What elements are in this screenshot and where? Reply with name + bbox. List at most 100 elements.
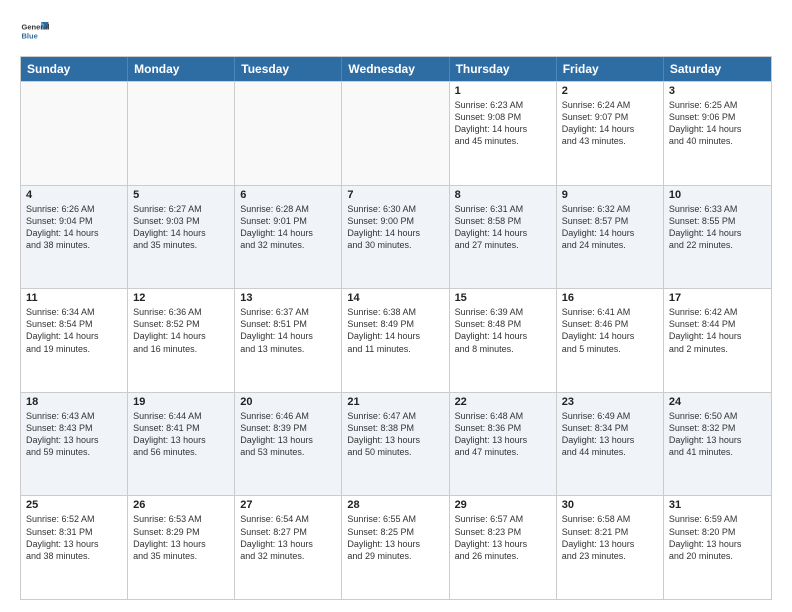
svg-text:General: General bbox=[22, 23, 50, 32]
calendar-cell: 19 Sunrise: 6:44 AM Sunset: 8:41 PM Dayli… bbox=[128, 393, 235, 496]
calendar-cell: 7 Sunrise: 6:30 AM Sunset: 9:00 PM Daylig… bbox=[342, 186, 449, 289]
cell-info: Sunrise: 6:38 AM Sunset: 8:49 PM Dayligh… bbox=[347, 306, 443, 355]
calendar-cell: 31 Sunrise: 6:59 AM Sunset: 8:20 PM Dayli… bbox=[664, 496, 771, 599]
calendar-cell: 14 Sunrise: 6:38 AM Sunset: 8:49 PM Dayli… bbox=[342, 289, 449, 392]
cell-info: Sunrise: 6:57 AM Sunset: 8:23 PM Dayligh… bbox=[455, 513, 551, 562]
day-number: 19 bbox=[133, 396, 229, 408]
cell-info: Sunrise: 6:28 AM Sunset: 9:01 PM Dayligh… bbox=[240, 203, 336, 252]
calendar-cell: 29 Sunrise: 6:57 AM Sunset: 8:23 PM Dayli… bbox=[450, 496, 557, 599]
cell-info: Sunrise: 6:48 AM Sunset: 8:36 PM Dayligh… bbox=[455, 410, 551, 459]
calendar-cell: 16 Sunrise: 6:41 AM Sunset: 8:46 PM Dayli… bbox=[557, 289, 664, 392]
day-number: 26 bbox=[133, 499, 229, 511]
calendar-cell: 20 Sunrise: 6:46 AM Sunset: 8:39 PM Dayli… bbox=[235, 393, 342, 496]
calendar: SundayMondayTuesdayWednesdayThursdayFrid… bbox=[20, 56, 772, 600]
header-day: Thursday bbox=[450, 57, 557, 81]
day-number: 3 bbox=[669, 85, 766, 97]
cell-info: Sunrise: 6:27 AM Sunset: 9:03 PM Dayligh… bbox=[133, 203, 229, 252]
header-day: Monday bbox=[128, 57, 235, 81]
cell-info: Sunrise: 6:26 AM Sunset: 9:04 PM Dayligh… bbox=[26, 203, 122, 252]
day-number: 25 bbox=[26, 499, 122, 511]
calendar-cell: 11 Sunrise: 6:34 AM Sunset: 8:54 PM Dayli… bbox=[21, 289, 128, 392]
header-day: Sunday bbox=[21, 57, 128, 81]
header-day: Friday bbox=[557, 57, 664, 81]
cell-info: Sunrise: 6:25 AM Sunset: 9:06 PM Dayligh… bbox=[669, 99, 766, 148]
day-number: 14 bbox=[347, 292, 443, 304]
cell-info: Sunrise: 6:34 AM Sunset: 8:54 PM Dayligh… bbox=[26, 306, 122, 355]
cell-info: Sunrise: 6:39 AM Sunset: 8:48 PM Dayligh… bbox=[455, 306, 551, 355]
cell-info: Sunrise: 6:30 AM Sunset: 9:00 PM Dayligh… bbox=[347, 203, 443, 252]
calendar-cell bbox=[128, 82, 235, 185]
cell-info: Sunrise: 6:41 AM Sunset: 8:46 PM Dayligh… bbox=[562, 306, 658, 355]
day-number: 24 bbox=[669, 396, 766, 408]
calendar-row: 25 Sunrise: 6:52 AM Sunset: 8:31 PM Dayli… bbox=[21, 495, 771, 599]
calendar-cell bbox=[21, 82, 128, 185]
calendar-cell bbox=[235, 82, 342, 185]
cell-info: Sunrise: 6:49 AM Sunset: 8:34 PM Dayligh… bbox=[562, 410, 658, 459]
calendar-cell: 24 Sunrise: 6:50 AM Sunset: 8:32 PM Dayli… bbox=[664, 393, 771, 496]
day-number: 2 bbox=[562, 85, 658, 97]
logo: General Blue bbox=[20, 16, 50, 46]
cell-info: Sunrise: 6:58 AM Sunset: 8:21 PM Dayligh… bbox=[562, 513, 658, 562]
calendar-row: 1 Sunrise: 6:23 AM Sunset: 9:08 PM Daylig… bbox=[21, 81, 771, 185]
day-number: 30 bbox=[562, 499, 658, 511]
day-number: 31 bbox=[669, 499, 766, 511]
svg-text:Blue: Blue bbox=[22, 32, 38, 41]
day-number: 16 bbox=[562, 292, 658, 304]
calendar-cell: 13Sunrise: 6:37 AM Sunset: 8:51 PM Dayli… bbox=[235, 289, 342, 392]
calendar-cell: 3 Sunrise: 6:25 AM Sunset: 9:06 PM Daylig… bbox=[664, 82, 771, 185]
calendar-cell: 25 Sunrise: 6:52 AM Sunset: 8:31 PM Dayli… bbox=[21, 496, 128, 599]
calendar-cell: 28 Sunrise: 6:55 AM Sunset: 8:25 PM Dayli… bbox=[342, 496, 449, 599]
calendar-cell: 23 Sunrise: 6:49 AM Sunset: 8:34 PM Dayli… bbox=[557, 393, 664, 496]
calendar-body: 1 Sunrise: 6:23 AM Sunset: 9:08 PM Daylig… bbox=[21, 81, 771, 599]
day-number: 1 bbox=[455, 85, 551, 97]
header-day: Wednesday bbox=[342, 57, 449, 81]
day-number: 29 bbox=[455, 499, 551, 511]
calendar-cell: 12Sunrise: 6:36 AM Sunset: 8:52 PM Dayli… bbox=[128, 289, 235, 392]
cell-info: Sunrise: 6:52 AM Sunset: 8:31 PM Dayligh… bbox=[26, 513, 122, 562]
day-number: 12 bbox=[133, 292, 229, 304]
cell-info: Sunrise: 6:33 AM Sunset: 8:55 PM Dayligh… bbox=[669, 203, 766, 252]
calendar-cell: 22 Sunrise: 6:48 AM Sunset: 8:36 PM Dayli… bbox=[450, 393, 557, 496]
day-number: 13 bbox=[240, 292, 336, 304]
day-number: 15 bbox=[455, 292, 551, 304]
day-number: 20 bbox=[240, 396, 336, 408]
cell-info: Sunrise: 6:46 AM Sunset: 8:39 PM Dayligh… bbox=[240, 410, 336, 459]
day-number: 9 bbox=[562, 189, 658, 201]
cell-info: Sunrise: 6:44 AM Sunset: 8:41 PM Dayligh… bbox=[133, 410, 229, 459]
day-number: 8 bbox=[455, 189, 551, 201]
cell-info: Sunrise: 6:55 AM Sunset: 8:25 PM Dayligh… bbox=[347, 513, 443, 562]
day-number: 22 bbox=[455, 396, 551, 408]
logo-icon: General Blue bbox=[20, 16, 50, 46]
cell-info: Sunrise: 6:23 AM Sunset: 9:08 PM Dayligh… bbox=[455, 99, 551, 148]
calendar-cell: 4Sunrise: 6:26 AM Sunset: 9:04 PM Daylig… bbox=[21, 186, 128, 289]
day-number: 18 bbox=[26, 396, 122, 408]
day-number: 10 bbox=[669, 189, 766, 201]
calendar-cell: 18 Sunrise: 6:43 AM Sunset: 8:43 PM Dayli… bbox=[21, 393, 128, 496]
calendar-row: 18 Sunrise: 6:43 AM Sunset: 8:43 PM Dayli… bbox=[21, 392, 771, 496]
header-day: Tuesday bbox=[235, 57, 342, 81]
day-number: 5 bbox=[133, 189, 229, 201]
calendar-cell: 27Sunrise: 6:54 AM Sunset: 8:27 PM Dayli… bbox=[235, 496, 342, 599]
cell-info: Sunrise: 6:50 AM Sunset: 8:32 PM Dayligh… bbox=[669, 410, 766, 459]
calendar-cell: 15 Sunrise: 6:39 AM Sunset: 8:48 PM Dayli… bbox=[450, 289, 557, 392]
cell-info: Sunrise: 6:31 AM Sunset: 8:58 PM Dayligh… bbox=[455, 203, 551, 252]
day-number: 11 bbox=[26, 292, 122, 304]
calendar-cell: 21 Sunrise: 6:47 AM Sunset: 8:38 PM Dayli… bbox=[342, 393, 449, 496]
calendar-cell: 2Sunrise: 6:24 AM Sunset: 9:07 PM Daylig… bbox=[557, 82, 664, 185]
day-number: 21 bbox=[347, 396, 443, 408]
calendar-cell: 30 Sunrise: 6:58 AM Sunset: 8:21 PM Dayli… bbox=[557, 496, 664, 599]
calendar-cell: 1 Sunrise: 6:23 AM Sunset: 9:08 PM Daylig… bbox=[450, 82, 557, 185]
day-number: 7 bbox=[347, 189, 443, 201]
calendar-cell: 26Sunrise: 6:53 AM Sunset: 8:29 PM Dayli… bbox=[128, 496, 235, 599]
header-day: Saturday bbox=[664, 57, 771, 81]
calendar-cell: 6Sunrise: 6:28 AM Sunset: 9:01 PM Daylig… bbox=[235, 186, 342, 289]
calendar-row: 4Sunrise: 6:26 AM Sunset: 9:04 PM Daylig… bbox=[21, 185, 771, 289]
calendar-header: SundayMondayTuesdayWednesdayThursdayFrid… bbox=[21, 57, 771, 81]
cell-info: Sunrise: 6:43 AM Sunset: 8:43 PM Dayligh… bbox=[26, 410, 122, 459]
cell-info: Sunrise: 6:47 AM Sunset: 8:38 PM Dayligh… bbox=[347, 410, 443, 459]
cell-info: Sunrise: 6:42 AM Sunset: 8:44 PM Dayligh… bbox=[669, 306, 766, 355]
day-number: 28 bbox=[347, 499, 443, 511]
day-number: 23 bbox=[562, 396, 658, 408]
cell-info: Sunrise: 6:59 AM Sunset: 8:20 PM Dayligh… bbox=[669, 513, 766, 562]
cell-info: Sunrise: 6:32 AM Sunset: 8:57 PM Dayligh… bbox=[562, 203, 658, 252]
